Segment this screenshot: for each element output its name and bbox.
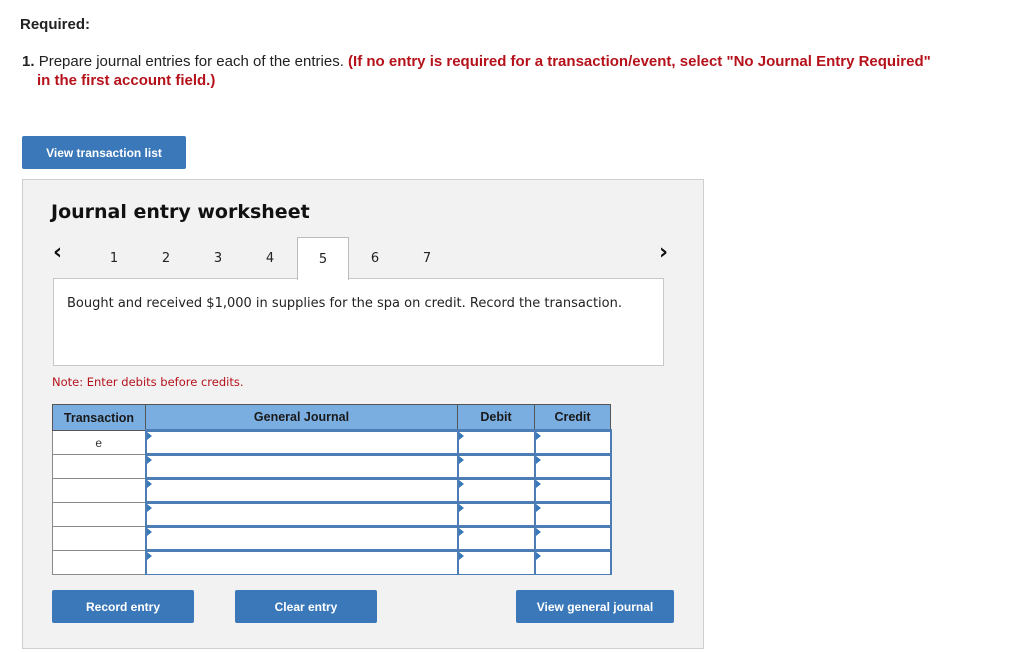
transaction-cell xyxy=(52,502,146,527)
account-field[interactable] xyxy=(144,549,459,575)
debit-field[interactable] xyxy=(456,429,536,455)
table-row xyxy=(52,501,612,527)
tab-7[interactable]: 7 xyxy=(401,237,453,279)
header-general-journal: General Journal xyxy=(145,404,458,431)
transaction-cell xyxy=(52,478,146,503)
chevron-left-icon[interactable]: ‹ xyxy=(53,242,62,264)
transaction-cell xyxy=(52,526,146,551)
tab-5[interactable]: 5 xyxy=(297,237,349,280)
table-row: e xyxy=(52,429,612,455)
header-debit: Debit xyxy=(457,404,535,431)
credit-field[interactable] xyxy=(533,477,612,503)
instruction-warning-line1: (If no entry is required for a transacti… xyxy=(348,53,931,70)
journal-table: Transaction General Journal Debit Credit… xyxy=(52,404,612,575)
debits-note: Note: Enter debits before credits. xyxy=(52,375,244,389)
table-row xyxy=(52,453,612,479)
credit-field[interactable] xyxy=(533,429,612,455)
account-field[interactable] xyxy=(144,429,459,455)
record-entry-button[interactable]: Record entry xyxy=(52,590,194,623)
transaction-description: Bought and received $1,000 in supplies f… xyxy=(53,278,664,366)
clear-entry-button[interactable]: Clear entry xyxy=(235,590,377,623)
debit-field[interactable] xyxy=(456,549,536,575)
credit-field[interactable] xyxy=(533,525,612,551)
table-row xyxy=(52,477,612,503)
header-transaction: Transaction xyxy=(52,404,146,431)
instruction-warning-line2: in the first account field.) xyxy=(37,72,216,89)
account-field[interactable] xyxy=(144,501,459,527)
header-credit: Credit xyxy=(534,404,611,431)
instruction-number: 1. xyxy=(22,53,35,70)
tab-1[interactable]: 1 xyxy=(88,237,140,279)
tab-3[interactable]: 3 xyxy=(192,237,244,279)
account-field[interactable] xyxy=(144,477,459,503)
tab-4[interactable]: 4 xyxy=(244,237,296,279)
transaction-cell xyxy=(52,550,146,575)
account-field[interactable] xyxy=(144,453,459,479)
transaction-cell: e xyxy=(52,430,146,455)
debit-field[interactable] xyxy=(456,453,536,479)
account-field[interactable] xyxy=(144,525,459,551)
debit-field[interactable] xyxy=(456,501,536,527)
view-general-journal-button[interactable]: View general journal xyxy=(516,590,674,623)
tab-2[interactable]: 2 xyxy=(140,237,192,279)
table-row xyxy=(52,525,612,551)
credit-field[interactable] xyxy=(533,501,612,527)
tab-6[interactable]: 6 xyxy=(349,237,401,279)
worksheet-title: Journal entry worksheet xyxy=(51,201,310,223)
transaction-cell xyxy=(52,454,146,479)
instruction-text: 1. Prepare journal entries for each of t… xyxy=(22,52,1002,90)
journal-entry-worksheet: Journal entry worksheet ‹ › 1 2 3 4 5 6 … xyxy=(22,179,704,649)
required-heading: Required: xyxy=(20,16,91,33)
debit-field[interactable] xyxy=(456,525,536,551)
credit-field[interactable] xyxy=(533,549,612,575)
chevron-right-icon[interactable]: › xyxy=(659,242,668,264)
instruction-main: Prepare journal entries for each of the … xyxy=(38,53,344,70)
credit-field[interactable] xyxy=(533,453,612,479)
table-row xyxy=(52,549,612,575)
debit-field[interactable] xyxy=(456,477,536,503)
view-transaction-list-button[interactable]: View transaction list xyxy=(22,136,186,169)
